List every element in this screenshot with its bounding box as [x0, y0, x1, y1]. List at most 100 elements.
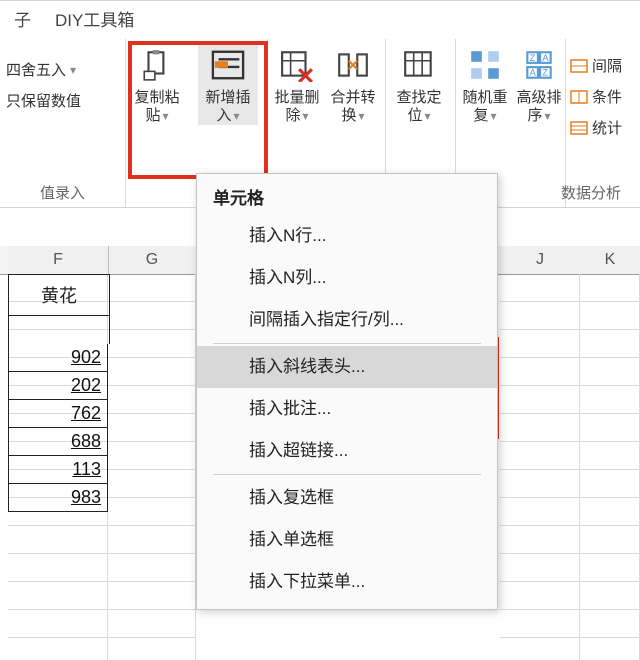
grid-cell[interactable] — [580, 302, 640, 330]
grid-cell[interactable] — [108, 582, 196, 610]
data-cell[interactable]: 113 — [8, 456, 108, 484]
grid-cell[interactable] — [500, 554, 580, 582]
chevron-down-icon: ▾ — [162, 107, 168, 125]
menu-item[interactable]: 插入单选框 — [197, 519, 497, 561]
data-header-cell[interactable]: 黄花 — [8, 274, 110, 316]
svg-text:Z: Z — [542, 68, 548, 79]
merge-convert-l1: 合并转 — [330, 89, 375, 106]
round-label: 四舍五入 — [6, 59, 66, 80]
find-locate-button[interactable]: 查找定位▾ — [394, 45, 444, 125]
grid-cell[interactable] — [580, 498, 640, 526]
tab-generic-1[interactable]: 子 — [2, 0, 43, 39]
grid-cell[interactable] — [500, 610, 580, 638]
menu-item[interactable]: 插入超链接... — [197, 430, 497, 472]
grid-cell[interactable] — [580, 414, 640, 442]
round-button[interactable]: 四舍五入 ▾ — [0, 59, 125, 80]
menu-item[interactable]: 插入N行... — [197, 215, 497, 257]
data-cell[interactable]: 983 — [8, 484, 108, 512]
menu-item[interactable]: 插入斜线表头... — [197, 346, 497, 388]
grid-cell[interactable] — [108, 330, 196, 358]
copy-paste-l2: 贴 — [145, 107, 160, 124]
keep-value-only-button[interactable]: 只保留数值 — [0, 90, 125, 111]
grid-cell[interactable] — [108, 526, 196, 554]
grid-cell[interactable] — [500, 442, 580, 470]
grid-cell[interactable] — [8, 554, 108, 582]
menu-item[interactable]: 插入N列... — [197, 257, 497, 299]
table-delete-icon — [277, 45, 317, 85]
find-locate-l2: 位 — [407, 107, 422, 124]
interval-icon — [570, 59, 588, 73]
insert-dropdown-menu: 单元格 插入N行...插入N列...间隔插入指定行/列...插入斜线表头...插… — [196, 173, 498, 610]
grid-cell[interactable] — [500, 302, 580, 330]
grid-cell[interactable] — [108, 638, 196, 660]
grid-cell[interactable] — [108, 414, 196, 442]
data-cell[interactable]: 902 — [8, 344, 108, 372]
keep-value-only-label: 只保留数值 — [6, 90, 81, 111]
grid-cell[interactable] — [580, 554, 640, 582]
grid-cell[interactable] — [500, 638, 580, 660]
grid-cell[interactable] — [580, 330, 640, 358]
condition-icon — [570, 90, 588, 104]
data-cell[interactable]: 762 — [8, 400, 108, 428]
column-header-F[interactable]: F — [8, 246, 109, 275]
data-spacer-cell[interactable] — [8, 316, 110, 344]
grid-cell[interactable] — [580, 582, 640, 610]
grid-cell[interactable] — [108, 274, 196, 302]
grid-cell[interactable] — [108, 554, 196, 582]
grid-cell[interactable] — [108, 498, 196, 526]
grid-cell[interactable] — [580, 442, 640, 470]
grid-cell[interactable] — [580, 638, 640, 660]
merge-convert-button[interactable]: 合并转换▾ — [328, 45, 378, 125]
grid-cell[interactable] — [500, 330, 580, 358]
batch-delete-button[interactable]: 批量删除▾ — [272, 45, 322, 125]
grid-cell[interactable] — [8, 610, 108, 638]
data-cell[interactable]: 202 — [8, 372, 108, 400]
chevron-down-icon: ▾ — [358, 107, 364, 125]
menu-item[interactable]: 插入复选框 — [197, 477, 497, 519]
grid-cell[interactable] — [500, 414, 580, 442]
grid-cell[interactable] — [580, 610, 640, 638]
data-cell[interactable]: 688 — [8, 428, 108, 456]
grid-cell[interactable] — [500, 582, 580, 610]
grid-cell[interactable] — [580, 526, 640, 554]
grid-cell[interactable] — [500, 386, 580, 414]
grid-cell[interactable] — [580, 470, 640, 498]
new-insert-button[interactable]: 新增插入▾ — [198, 45, 258, 125]
grid-cell[interactable] — [580, 386, 640, 414]
table-row[interactable] — [0, 610, 640, 638]
grid-cell[interactable] — [580, 358, 640, 386]
grid-cell[interactable] — [8, 638, 108, 660]
grid-cell[interactable] — [500, 274, 580, 302]
random-repeat-l2: 复 — [473, 107, 488, 124]
copy-paste-button[interactable]: 复制粘贴▾ — [132, 45, 182, 125]
grid-cell[interactable] — [8, 526, 108, 554]
menu-separator — [213, 474, 481, 475]
grid-icon — [465, 45, 505, 85]
grid-cell[interactable] — [500, 470, 580, 498]
grid-cell[interactable] — [500, 358, 580, 386]
grid-cell[interactable] — [500, 526, 580, 554]
random-repeat-button[interactable]: 随机重复▾ — [460, 45, 510, 125]
grid-cell[interactable] — [108, 386, 196, 414]
grid-cell[interactable] — [8, 582, 108, 610]
grid-cell[interactable] — [108, 358, 196, 386]
grid-cell[interactable] — [580, 274, 640, 302]
advanced-sort-button[interactable]: Z A A Z 高级排序▾ — [514, 45, 564, 125]
grid-cell[interactable] — [108, 442, 196, 470]
column-header-J[interactable]: J — [500, 246, 581, 274]
menu-item[interactable]: 间隔插入指定行/列... — [197, 299, 497, 341]
grid-cell[interactable] — [500, 498, 580, 526]
condition-button[interactable]: 条件 — [570, 84, 640, 109]
grid-cell[interactable] — [108, 610, 196, 638]
column-header-G[interactable]: G — [108, 246, 197, 274]
statistics-button[interactable]: 统计 — [570, 115, 640, 140]
advanced-sort-l1: 高级排 — [516, 89, 561, 106]
grid-cell[interactable] — [108, 470, 196, 498]
column-header-K[interactable]: K — [580, 246, 640, 274]
menu-item[interactable]: 插入下拉菜单... — [197, 561, 497, 603]
menu-item[interactable]: 插入批注... — [197, 388, 497, 430]
tab-diy-toolbox[interactable]: DIY工具箱 — [43, 0, 146, 39]
grid-cell[interactable] — [108, 302, 196, 330]
interval-button[interactable]: 间隔 — [570, 53, 640, 78]
table-row[interactable] — [0, 638, 640, 660]
